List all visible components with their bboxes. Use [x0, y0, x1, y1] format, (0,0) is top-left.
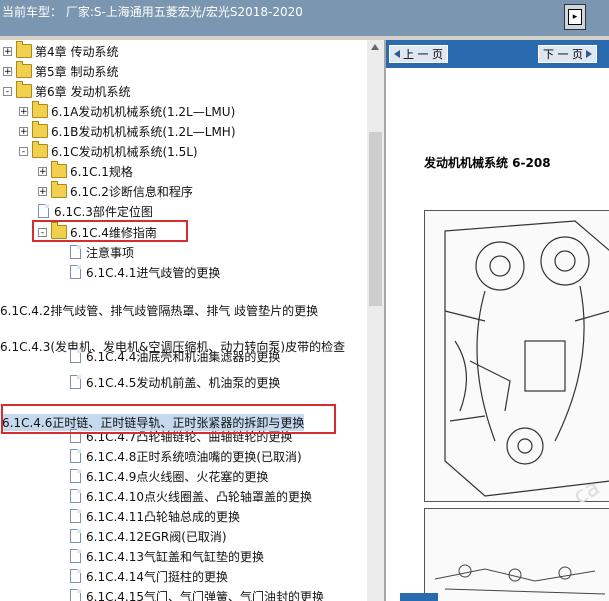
tree-item[interactable]: 6.1C.4.14气门挺柱的更换: [70, 566, 228, 586]
prev-page-button[interactable]: 上 一 页: [389, 45, 448, 63]
document-icon: [70, 375, 81, 389]
tree-item-label: 6.1C.4.4油底壳和机油集滤器的更换: [86, 349, 281, 364]
tree-item[interactable]: 6.1C.4.13气缸盖和气缸垫的更换: [70, 546, 264, 566]
tree-item-label: 6.1C.4.1进气歧管的更换: [86, 265, 221, 280]
tree-item-label: 注意事项: [86, 245, 135, 260]
tree-item-label: 第6章 发动机系统: [35, 84, 131, 99]
document-icon: [70, 349, 81, 363]
folder-icon: [51, 161, 67, 178]
prev-page-label: 上 一 页: [403, 48, 443, 61]
tree-item-label: 6.1C.4.2排气歧管、排气歧管隔热罩、排气 歧管垫片的更换: [0, 303, 319, 318]
folder-icon: [16, 61, 32, 78]
tree-item[interactable]: 6.1C.4.12EGR阀(已取消): [70, 526, 227, 546]
title-bar: 当前车型： 厂家:S-上海通用五菱宏光/宏光S2018-2020 ▸: [0, 0, 609, 36]
tree-item-label: 6.1C.4.12EGR阀(已取消): [86, 529, 227, 544]
tree-item-label: 6.1C.3部件定位图: [54, 204, 153, 219]
folder-icon: [32, 101, 48, 118]
tree-item[interactable]: 6.1C.4.15气门、气门弹簧、气门油封的更换: [70, 586, 324, 601]
document-icon: [70, 469, 81, 483]
tree-item-label: 第4章 传动系统: [35, 44, 119, 59]
tree-item-label: 6.1C.4.5发动机前盖、机油泵的更换: [86, 375, 281, 390]
viewer-toolbar: 上 一 页 下 一 页: [386, 40, 609, 68]
expand-icon[interactable]: +: [38, 186, 47, 196]
tree-item[interactable]: - 6.1C发动机机械系统(1.5L): [19, 141, 198, 161]
document-icon: [70, 549, 81, 563]
tree-item-label: 6.1C.4.11凸轮轴总成的更换: [86, 509, 240, 524]
expand-icon[interactable]: +: [3, 46, 12, 56]
expand-icon[interactable]: +: [38, 166, 47, 176]
document-icon: [70, 265, 81, 279]
scrollbar-thumb[interactable]: [369, 132, 382, 306]
expand-icon[interactable]: +: [3, 66, 12, 76]
tree-item-label: 6.1C.4.10点火线圈盖、凸轮轴罩盖的更换: [86, 489, 312, 504]
document-icon: [70, 529, 81, 543]
collapse-icon[interactable]: -: [19, 146, 28, 156]
document-icon: [70, 449, 81, 463]
tree-item-label: 6.1C发动机机械系统(1.5L): [51, 144, 198, 159]
next-page-button[interactable]: 下 一 页: [538, 45, 597, 63]
highlight-box-maintenance-guide: [32, 220, 188, 242]
arrow-right-icon: ▸: [568, 9, 582, 25]
next-page-label: 下 一 页: [543, 48, 583, 61]
expand-icon[interactable]: +: [19, 126, 28, 136]
tree-item[interactable]: 注意事项: [70, 242, 134, 262]
folder-open-icon: [16, 81, 32, 98]
tree-item[interactable]: 6.1C.4.5发动机前盖、机油泵的更换: [70, 372, 280, 392]
tree-item-label: 6.1C.4.14气门挺柱的更换: [86, 569, 228, 584]
tree-item-label: 6.1B发动机机械系统(1.2L—LMH): [51, 124, 236, 139]
folder-icon: [16, 41, 32, 58]
tree-item-label: 第5章 制动系统: [35, 64, 119, 79]
viewer-status-strip: [400, 593, 438, 601]
tree-item-label: 6.1C.2诊断信息和程序: [70, 184, 193, 199]
document-icon: [38, 204, 49, 218]
expand-icon[interactable]: +: [19, 106, 28, 116]
parts-drawing: [434, 564, 606, 595]
tree-item[interactable]: 6.1C.3部件定位图: [38, 201, 153, 221]
tree-item[interactable]: +6.1C.1规格: [38, 161, 133, 181]
tree-item[interactable]: 6.1C.4.10点火线圈盖、凸轮轴罩盖的更换: [70, 486, 312, 506]
tree-item-label: 6.1A发动机机械系统(1.2L—LMU): [51, 104, 236, 119]
arrow-right-icon: [586, 50, 592, 58]
tree-item[interactable]: 6.1C.4.4油底壳和机油集滤器的更换: [70, 346, 280, 366]
tree-item[interactable]: 6.1C.4.9点火线圈、火花塞的更换: [70, 466, 268, 486]
tree-item-label: 6.1C.4.13气缸盖和气缸垫的更换: [86, 549, 264, 564]
scroll-up-icon[interactable]: [371, 44, 379, 50]
tree-item[interactable]: +6.1A发动机机械系统(1.2L—LMU): [19, 101, 235, 121]
document-icon: [70, 569, 81, 583]
highlight-box-timing-chain: [1, 404, 336, 434]
folder-icon: [51, 181, 67, 198]
tree-item-label: 6.1C.4.9点火线圈、火花塞的更换: [86, 469, 269, 484]
tree-item[interactable]: - 第6章 发动机系统: [3, 81, 130, 101]
tree-item[interactable]: 6.1C.4.11凸轮轴总成的更换: [70, 506, 240, 526]
engine-timing-figure: [424, 210, 609, 502]
tree-item[interactable]: + 第5章 制动系统: [3, 61, 118, 81]
engine-drawing: [444, 220, 609, 497]
vehicle-label: 当前车型： 厂家:S-上海通用五菱宏光/宏光S2018-2020: [2, 5, 303, 19]
tree-item[interactable]: +6.1C.2诊断信息和程序: [38, 181, 193, 201]
tree-item-label: 6.1C.1规格: [70, 164, 133, 179]
tree-item[interactable]: 6.1C.4.2排气歧管、排气歧管隔热罩、排气 歧管垫片的更换: [0, 300, 318, 320]
folder-open-icon: [32, 141, 48, 158]
document-icon: [70, 489, 81, 503]
parts-figure: [424, 508, 609, 601]
tree-item[interactable]: +6.1B发动机机械系统(1.2L—LMH): [19, 121, 236, 141]
chapter-tree: + 第4章 传动系统 + 第5章 制动系统 - 第6章 发动机系统 +6.1A发动机机械系统…: [0, 40, 367, 601]
tree-item-label: 6.1C.4.15气门、气门弹簧、气门油封的更换: [86, 589, 324, 601]
collapse-icon[interactable]: -: [3, 86, 12, 96]
tree-item-label: 6.1C.4.8正时系统喷油嘴的更换(已取消): [86, 449, 302, 464]
folder-icon: [32, 121, 48, 138]
document-icon: [70, 245, 81, 259]
tree-item[interactable]: 6.1C.4.1进气歧管的更换: [70, 262, 220, 282]
document-icon: [70, 589, 81, 601]
tree-scrollbar[interactable]: [367, 40, 384, 601]
arrow-left-icon: [394, 50, 400, 58]
tree-item[interactable]: + 第4章 传动系统: [3, 41, 118, 61]
page-heading: 发动机机械系统 6-208: [424, 156, 551, 170]
document-viewer: 上 一 页 下 一 页 发动机机械系统 6-208 ca: [386, 40, 609, 601]
toggle-panel-button[interactable]: ▸: [564, 4, 586, 30]
document-icon: [70, 509, 81, 523]
tree-item[interactable]: 6.1C.4.8正时系统喷油嘴的更换(已取消): [70, 446, 302, 466]
